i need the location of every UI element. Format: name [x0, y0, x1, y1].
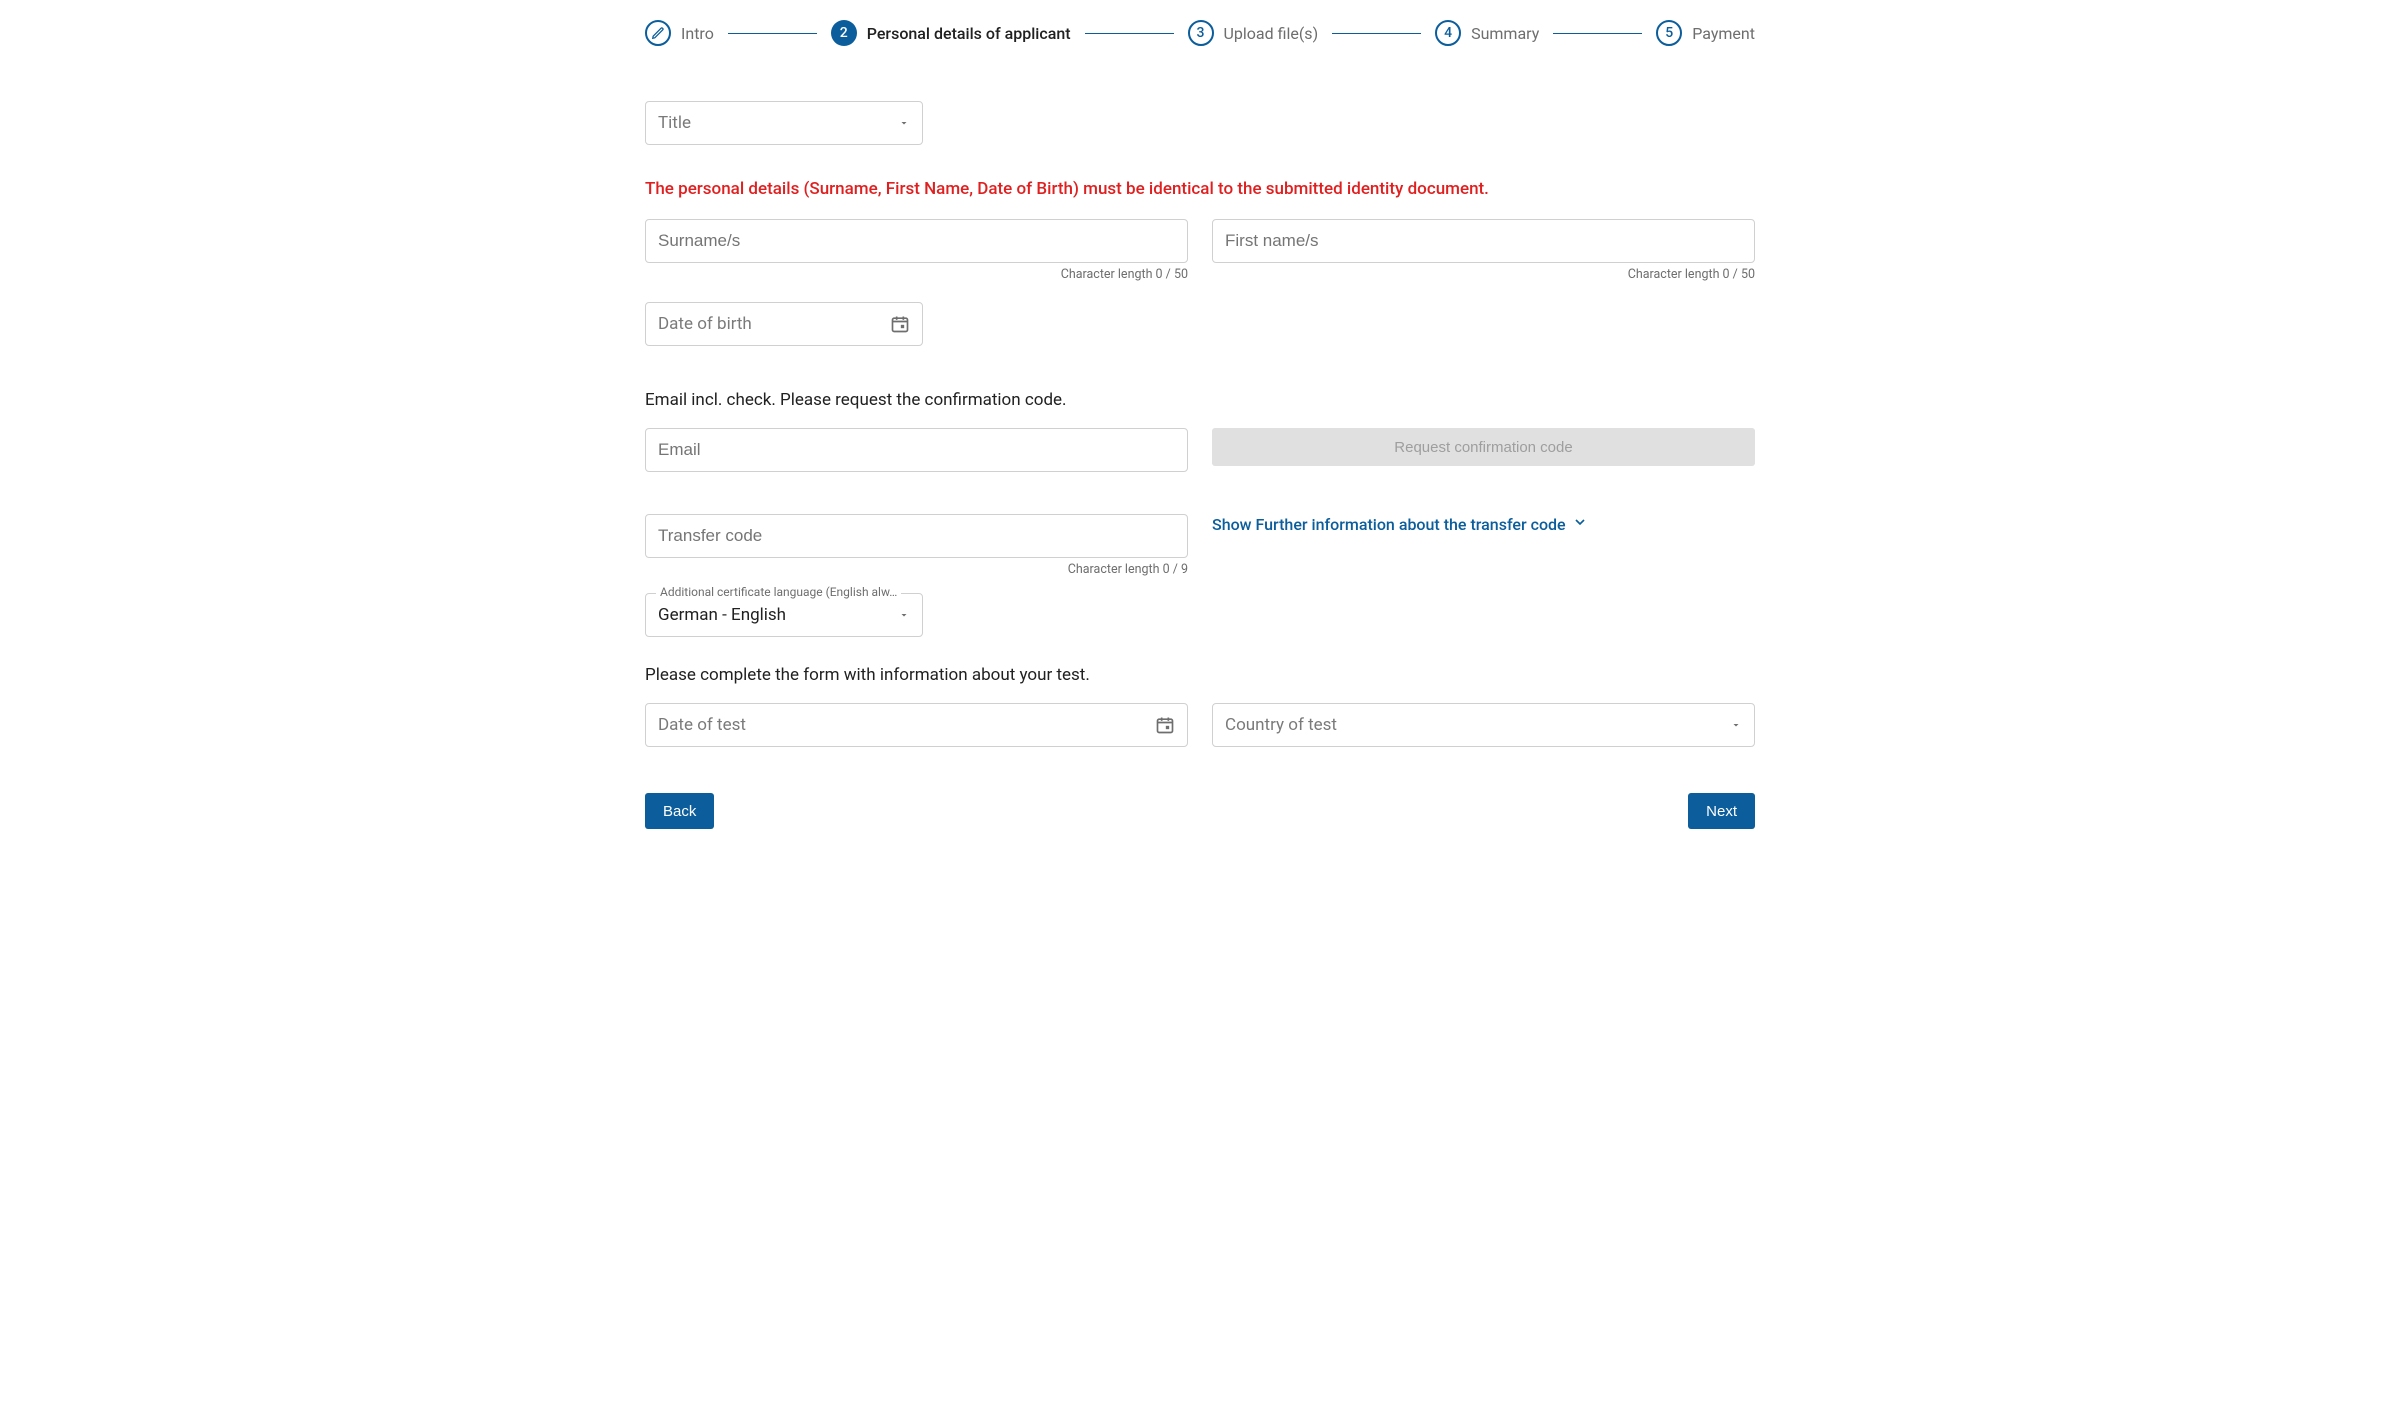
back-label: Back: [663, 803, 696, 820]
identity-warning-text: The personal details (Surname, First Nam…: [645, 179, 1755, 199]
step-label: Summary: [1471, 24, 1539, 43]
date-of-test-field[interactable]: Date of test: [645, 703, 1188, 747]
step-divider: [728, 33, 817, 34]
request-confirmation-code-button: Request confirmation code: [1212, 428, 1755, 466]
transfer-code-field[interactable]: [645, 514, 1188, 558]
date-of-birth-field[interactable]: Date of birth: [645, 302, 923, 346]
step-number: 3: [1188, 20, 1214, 46]
email-input[interactable]: [658, 440, 1175, 460]
step-summary[interactable]: 4 Summary: [1435, 20, 1539, 46]
country-of-test-select[interactable]: Country of test: [1212, 703, 1755, 747]
surname-field[interactable]: [645, 219, 1188, 263]
transfer-info-label: Show Further information about the trans…: [1212, 515, 1566, 534]
step-divider: [1553, 33, 1642, 34]
pencil-icon: [645, 20, 671, 46]
email-section-text: Email incl. check. Please request the co…: [645, 390, 1755, 410]
step-label: Intro: [681, 24, 714, 43]
title-placeholder: Title: [658, 113, 691, 133]
transfer-code-helper: Character length 0 / 9: [645, 562, 1188, 577]
step-intro[interactable]: Intro: [645, 20, 714, 46]
step-divider: [1332, 33, 1421, 34]
transfer-code-info-toggle[interactable]: Show Further information about the trans…: [1212, 514, 1755, 534]
step-label: Personal details of applicant: [867, 24, 1071, 43]
transfer-code-input[interactable]: [658, 526, 1175, 546]
email-field[interactable]: [645, 428, 1188, 472]
request-code-label: Request confirmation code: [1394, 439, 1572, 456]
date-of-test-placeholder: Date of test: [658, 715, 746, 735]
calendar-icon[interactable]: [1155, 715, 1175, 735]
test-section-text: Please complete the form with informatio…: [645, 665, 1755, 685]
surname-input[interactable]: [658, 231, 1175, 251]
firstname-helper: Character length 0 / 50: [1212, 267, 1755, 282]
certificate-language-select[interactable]: Additional certificate language (English…: [645, 593, 923, 637]
firstname-input[interactable]: [1225, 231, 1742, 251]
step-personal-details[interactable]: 2 Personal details of applicant: [831, 20, 1071, 46]
step-number: 2: [831, 20, 857, 46]
step-upload-files[interactable]: 3 Upload file(s): [1188, 20, 1319, 46]
title-select[interactable]: Title: [645, 101, 923, 145]
chevron-down-icon: [1572, 514, 1588, 534]
next-label: Next: [1706, 803, 1737, 820]
surname-helper: Character length 0 / 50: [645, 267, 1188, 282]
step-number: 5: [1656, 20, 1682, 46]
cert-lang-float-label: Additional certificate language (English…: [656, 585, 901, 599]
chevron-down-icon: [898, 609, 910, 621]
step-label: Payment: [1692, 24, 1755, 43]
stepper: Intro 2 Personal details of applicant 3 …: [645, 20, 1755, 46]
chevron-down-icon: [898, 117, 910, 129]
country-of-test-placeholder: Country of test: [1225, 715, 1337, 735]
cert-lang-value: German - English: [658, 605, 898, 625]
back-button[interactable]: Back: [645, 793, 714, 829]
calendar-icon[interactable]: [890, 314, 910, 334]
step-label: Upload file(s): [1224, 24, 1319, 43]
step-payment[interactable]: 5 Payment: [1656, 20, 1755, 46]
chevron-down-icon: [1730, 719, 1742, 731]
next-button[interactable]: Next: [1688, 793, 1755, 829]
dob-placeholder: Date of birth: [658, 314, 752, 334]
step-divider: [1085, 33, 1174, 34]
step-number: 4: [1435, 20, 1461, 46]
firstname-field[interactable]: [1212, 219, 1755, 263]
